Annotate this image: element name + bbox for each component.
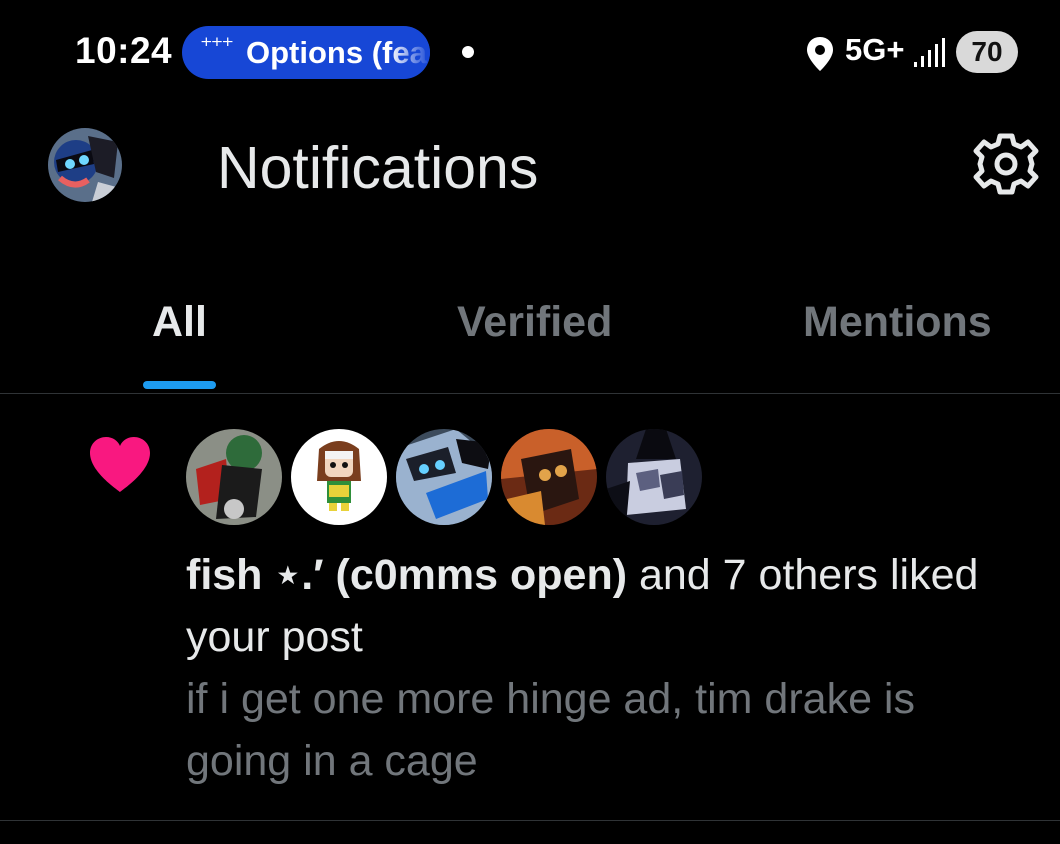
notification-item[interactable]: fish ⋆.′ (c0mms open) and 7 others liked… xyxy=(0,394,1060,821)
notification-pill[interactable]: ⁺⁺⁺ Options (fea xyxy=(182,26,430,79)
notification-dot-icon xyxy=(462,46,474,58)
dots-icon: ⁺⁺⁺ xyxy=(200,33,234,60)
heart-icon xyxy=(90,437,150,492)
tab-mentions[interactable]: Mentions xyxy=(803,298,992,347)
avatar[interactable] xyxy=(291,429,387,525)
avatar[interactable] xyxy=(186,429,282,525)
avatar[interactable] xyxy=(396,429,492,525)
avatar[interactable] xyxy=(501,429,597,525)
active-tab-indicator xyxy=(143,381,216,389)
page-title: Notifications xyxy=(217,135,539,201)
tab-bar: All Verified Mentions xyxy=(0,290,1060,394)
clock: 10:24 xyxy=(75,30,173,71)
actor-name[interactable]: fish ⋆.′ (c0mms open) xyxy=(186,551,627,599)
signal-icon xyxy=(914,38,945,67)
avatar[interactable] xyxy=(606,429,702,525)
gear-icon[interactable] xyxy=(972,130,1040,198)
tab-all[interactable]: All xyxy=(152,298,207,347)
tab-verified[interactable]: Verified xyxy=(457,298,612,347)
post-preview[interactable]: if i get one more hinge ad, tim drake is… xyxy=(186,668,1026,792)
status-bar: 10:24 ⁺⁺⁺ Options (fea 5G+ 70 xyxy=(0,0,1060,105)
notification-text: fish ⋆.′ (c0mms open) and 7 others liked… xyxy=(186,544,1046,668)
network-type: 5G+ xyxy=(845,32,905,67)
profile-avatar[interactable] xyxy=(48,128,122,202)
battery-icon: 70 xyxy=(956,31,1018,73)
location-icon xyxy=(807,37,833,71)
